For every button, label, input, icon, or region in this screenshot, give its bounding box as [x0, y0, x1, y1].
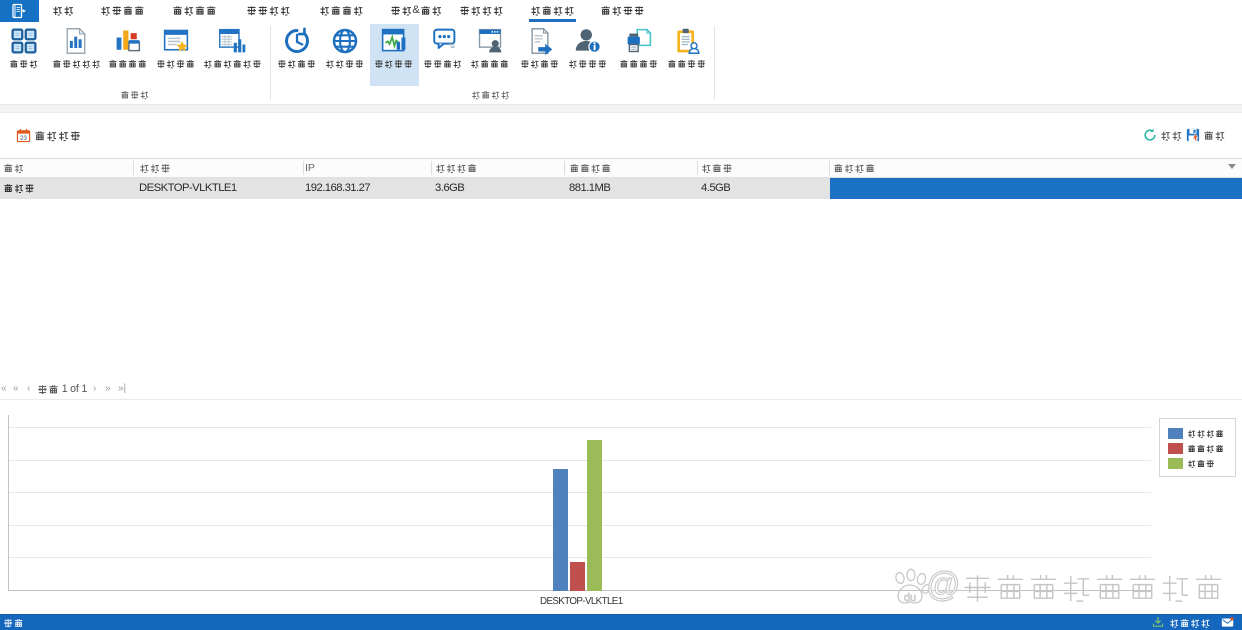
svg-text:du: du [904, 592, 916, 604]
svg-text:23: 23 [20, 135, 27, 142]
